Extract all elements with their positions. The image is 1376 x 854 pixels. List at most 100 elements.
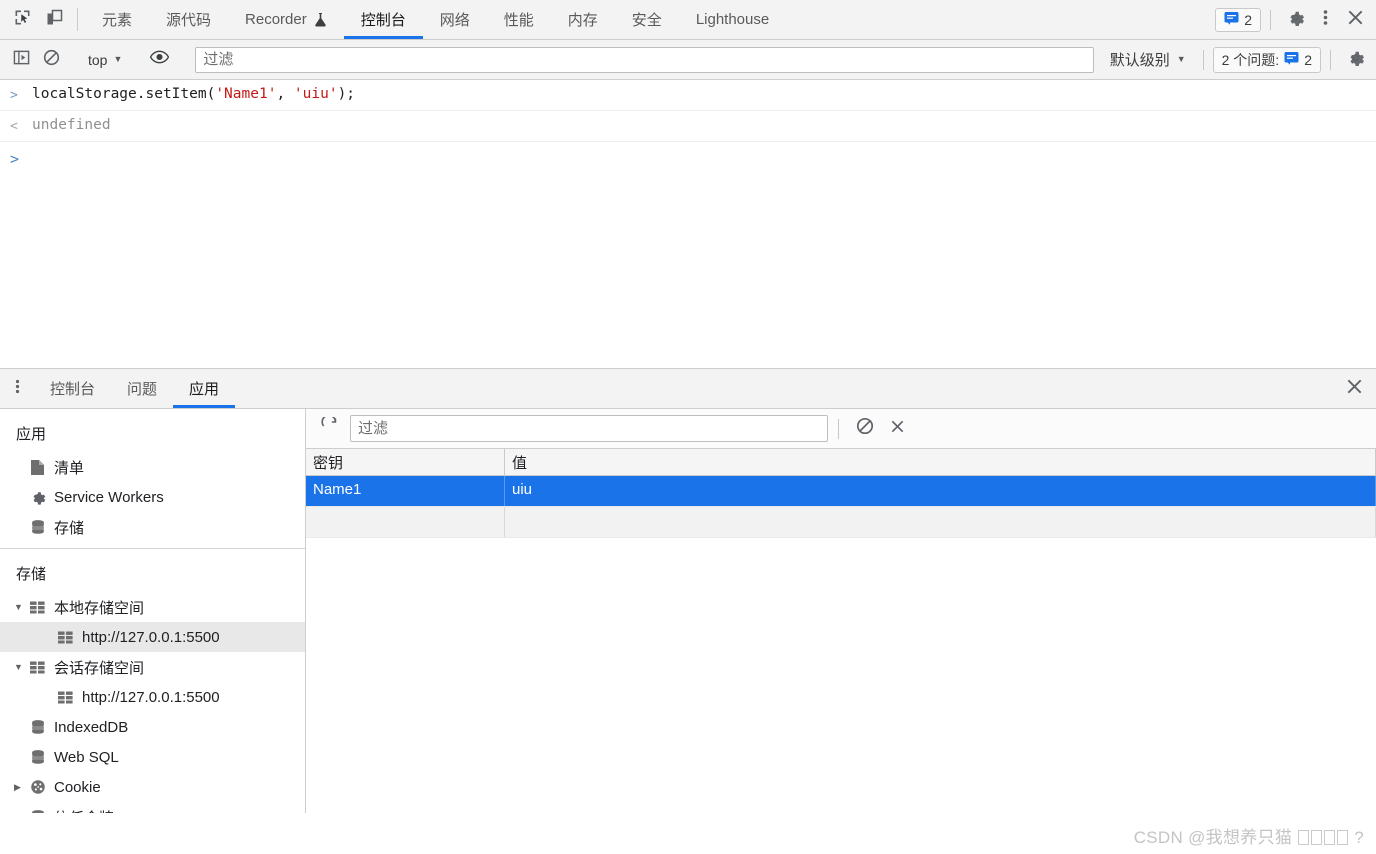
tab-sources[interactable]: 源代码 [149, 0, 228, 39]
chevron-down-icon: ▼ [1176, 54, 1186, 64]
table-grid-icon [30, 601, 54, 614]
gear-icon [1286, 8, 1305, 32]
sidebar-item-service-workers[interactable]: ▶ Service Workers [0, 482, 305, 512]
main-tab-list: 元素 源代码 Recorder 控制台 网络 性能 内存 安全 Lighthou… [85, 0, 786, 39]
application-sidebar[interactable]: 应用 ▶ 清单 ▶ [0, 409, 306, 813]
tab-elements[interactable]: 元素 [85, 0, 149, 39]
table-row[interactable]: Name1 uiu [306, 476, 1376, 507]
devtools-main-tabbar: 元素 源代码 Recorder 控制台 网络 性能 内存 安全 Lighthou… [0, 0, 1376, 40]
database-icon [30, 749, 54, 765]
console-issues-count: 2 [1304, 51, 1312, 68]
twisty-collapsed-icon[interactable]: ▶ [14, 782, 30, 793]
live-expression-button[interactable] [144, 46, 174, 74]
settings-button[interactable] [1280, 5, 1310, 35]
twisty-expanded-icon[interactable]: ▼ [14, 662, 30, 672]
console-issues-button[interactable]: 2 个问题: 2 [1212, 46, 1321, 73]
tab-memory[interactable]: 内存 [551, 0, 615, 39]
drawer-close-button[interactable] [1332, 369, 1376, 408]
console-input-arrow-icon: > [10, 88, 18, 103]
issues-message-icon [1284, 51, 1299, 68]
toolbar-divider [838, 418, 839, 439]
storage-key-value-table[interactable]: 密钥 值 Name1 uiu [306, 449, 1376, 813]
console-input-text: localStorage.setItem('Name1', 'uiu'); [32, 84, 355, 105]
tab-performance[interactable]: 性能 [487, 0, 551, 39]
sidebar-section-title: 存储 [16, 566, 47, 583]
sidebar-item-label: Service Workers [54, 488, 164, 506]
table-grid-icon [30, 661, 54, 674]
sidebar-item-label: http://127.0.0.1:5500 [82, 628, 220, 646]
console-sidebar-toggle-button[interactable] [6, 46, 36, 74]
console-output-text: undefined [32, 117, 111, 133]
column-header-value[interactable]: 值 [505, 449, 1376, 475]
more-options-button[interactable] [1310, 5, 1340, 35]
database-icon [30, 519, 54, 535]
application-panel: 应用 ▶ 清单 ▶ [0, 409, 1376, 813]
column-header-key[interactable]: 密钥 [306, 449, 505, 475]
console-settings-button[interactable] [1340, 45, 1370, 75]
tab-label: 网络 [439, 12, 470, 29]
main-tabbar-actions: 2 [1215, 0, 1376, 39]
table-header-row: 密钥 值 [306, 449, 1376, 476]
cell-key[interactable]: Name1 [306, 476, 505, 506]
sidebar-section-storage: 存储 ▼ 本地存储空间 http://127.0.0.1:5500 ▼ 会话存储… [0, 548, 305, 813]
sidebar-item-trust-tokens[interactable]: ▶ 信任令牌 [0, 802, 305, 813]
table-empty-area [306, 538, 1376, 813]
close-devtools-button[interactable] [1340, 5, 1370, 35]
console-message-list[interactable]: > localStorage.setItem('Name1', 'uiu'); … [0, 80, 1376, 368]
sidebar-item-web-sql[interactable]: ▶ Web SQL [0, 742, 305, 772]
device-toolbar-button[interactable] [38, 0, 70, 39]
code-token: , [276, 86, 294, 102]
sidebar-item-local-storage[interactable]: ▼ 本地存储空间 [0, 592, 305, 622]
watermark-suffix: ? [1354, 828, 1364, 847]
tab-lighthouse[interactable]: Lighthouse [679, 0, 786, 39]
kebab-menu-icon [1323, 8, 1328, 32]
drawer-tab-console[interactable]: 控制台 [34, 369, 111, 408]
gear-icon [30, 489, 54, 505]
table-row[interactable] [306, 507, 1376, 538]
sidebar-item-storage[interactable]: ▶ 存储 [0, 512, 305, 542]
refresh-button[interactable] [314, 414, 346, 443]
tab-network[interactable]: 网络 [423, 0, 487, 39]
issues-badge-button[interactable]: 2 [1215, 7, 1261, 32]
drawer-tab-application[interactable]: 应用 [173, 369, 236, 408]
sidebar-item-label: Cookie [54, 778, 101, 796]
sidebar-item-session-storage-origin[interactable]: http://127.0.0.1:5500 [0, 682, 305, 712]
cell-key[interactable] [306, 507, 505, 537]
sidebar-item-indexeddb[interactable]: ▶ IndexedDB [0, 712, 305, 742]
cell-value[interactable] [505, 507, 1376, 537]
database-icon [30, 809, 54, 813]
sidebar-item-manifest[interactable]: ▶ 清单 [0, 452, 305, 482]
tab-recorder[interactable]: Recorder [228, 0, 344, 39]
drawer-tab-label: 控制台 [50, 381, 96, 398]
kebab-menu-icon [15, 378, 20, 400]
clear-all-button[interactable] [849, 415, 881, 443]
storage-filter-input[interactable] [350, 415, 828, 442]
cell-value[interactable]: uiu [505, 476, 1376, 506]
close-icon [1345, 377, 1364, 401]
sidebar-item-label: IndexedDB [54, 718, 129, 736]
console-filter-input[interactable] [195, 46, 1094, 73]
sidebar-item-cookie[interactable]: ▶ Cookie [0, 772, 305, 802]
console-prompt-row[interactable]: > [0, 142, 1376, 174]
sidebar-item-session-storage[interactable]: ▼ 会话存储空间 [0, 652, 305, 682]
code-string-token: 'uiu' [293, 86, 338, 102]
console-sidebar-icon [13, 49, 30, 71]
execution-context-selector[interactable]: top ▼ [81, 48, 129, 72]
clear-all-icon [856, 417, 874, 440]
drawer-tab-label: 应用 [189, 381, 220, 398]
cookie-icon [30, 779, 54, 795]
tab-label: Recorder [245, 11, 307, 28]
tab-label: 源代码 [166, 12, 212, 29]
log-level-selector[interactable]: 默认级别 ▼ [1102, 47, 1194, 73]
console-output-row: < undefined [0, 111, 1376, 142]
inspect-element-button[interactable] [6, 0, 38, 39]
drawer-more-options-button[interactable] [0, 369, 34, 408]
drawer-tab-issues[interactable]: 问题 [111, 369, 173, 408]
tab-console[interactable]: 控制台 [343, 0, 423, 39]
sidebar-item-local-storage-origin[interactable]: http://127.0.0.1:5500 [0, 622, 305, 652]
clear-console-button[interactable] [36, 46, 66, 74]
tab-security[interactable]: 安全 [615, 0, 679, 39]
delete-selected-button[interactable] [881, 415, 913, 443]
twisty-expanded-icon[interactable]: ▼ [14, 602, 30, 612]
sidebar-item-label: http://127.0.0.1:5500 [82, 688, 220, 706]
